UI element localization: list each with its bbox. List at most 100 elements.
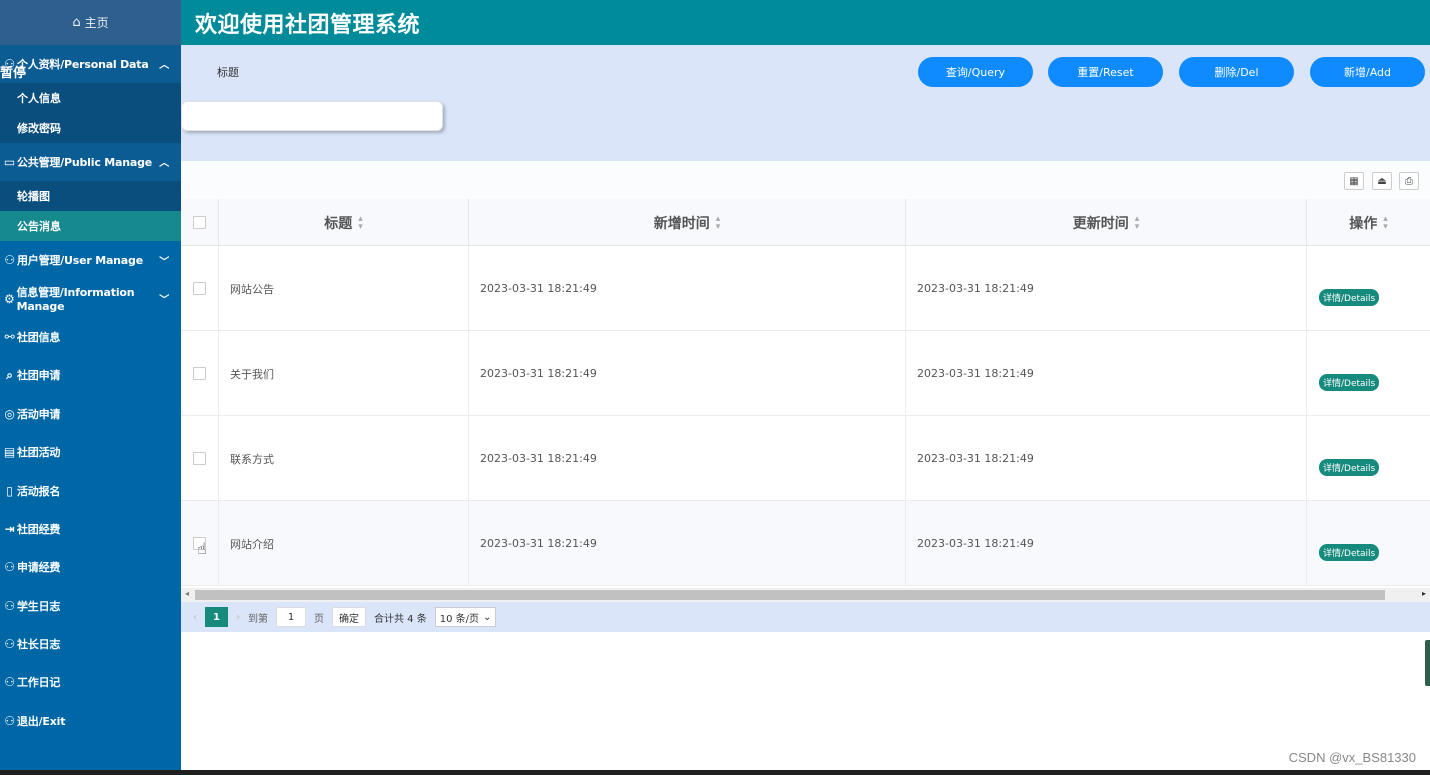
search-panel: 标题 查询/Query 重置/Reset 删除/Del 新增/Add — [181, 45, 1430, 161]
sidebar-item-label: 社长日志 — [17, 638, 61, 652]
menu-group-label: 个人资料/Personal Data — [17, 58, 149, 71]
details-button[interactable]: 详情/Details — [1319, 374, 1380, 391]
user-list-icon: ⚇ — [4, 560, 15, 575]
goto-label: 到第 — [248, 613, 268, 625]
bottom-edge — [0, 770, 1430, 775]
page-size-value: 10 条/页 — [439, 613, 480, 625]
row-checkbox[interactable] — [193, 452, 206, 465]
user-icon: ⚇ — [4, 253, 15, 268]
row-checkbox[interactable] — [193, 367, 206, 380]
table-row: 网站介绍 2023-03-31 18:21:49 2023-03-31 18:2… — [181, 501, 1430, 586]
sidebar-item-work-diary[interactable]: ⚇ 工作日记 — [0, 663, 181, 701]
search-label: 标题 — [217, 66, 239, 79]
sidebar-item-activity-application[interactable]: ◎ 活动申请 — [0, 395, 181, 433]
select-all-checkbox[interactable] — [193, 216, 206, 229]
row-select-cell — [181, 331, 219, 416]
print-icon[interactable]: ⎙ — [1399, 172, 1419, 190]
details-button[interactable]: 详情/Details — [1319, 289, 1380, 306]
row-checkbox[interactable] — [193, 282, 206, 295]
sidebar-item-label: 活动报名 — [17, 484, 61, 498]
row-select-cell — [181, 246, 219, 331]
submenu-personal-data: 个人信息 修改密码 — [0, 83, 181, 143]
sidebar-item-club-activity[interactable]: ▤ 社团活动 — [0, 433, 181, 471]
menu-group-public-manage[interactable]: ▭ 公共管理/Public Manage ︿ — [0, 143, 181, 181]
goto-confirm-button[interactable]: 确定 — [332, 607, 366, 627]
sidebar-item-information-manage[interactable]: ⚙ 信息管理/Information Manage ﹀ — [0, 279, 181, 317]
title-search-input[interactable] — [181, 101, 443, 131]
sidebar-item-apply-funds[interactable]: ⚇ 申请经费 — [0, 548, 181, 586]
page-number-current[interactable]: 1 — [205, 607, 228, 627]
data-table: 标题 ▴ ▾ 新增时间 ▴ ▾ 更新时间 ▴ ▾ 操作 ▴ ▾ 网站公告 2023-03… — [181, 199, 1430, 588]
chevron-down-icon: ﹀ — [159, 295, 169, 307]
sidebar-item-club-application[interactable]: ⌕ 社团申请 — [0, 356, 181, 394]
sidebar-item-label: 社团活动 — [17, 446, 61, 460]
updated-cell: 2023-03-31 18:21:49 — [906, 331, 1307, 416]
sidebar-item-student-log[interactable]: ⚇ 学生日志 — [0, 587, 181, 625]
column-header-label: 操作 — [1349, 215, 1378, 232]
sidebar-item-label: 退出/Exit — [17, 714, 66, 728]
query-button[interactable]: 查询/Query — [918, 57, 1033, 87]
menu-group-label: 公共管理/Public Manage — [17, 156, 153, 169]
sidebar-item-president-log[interactable]: ⚇ 社长日志 — [0, 625, 181, 663]
side-handle[interactable] — [1425, 640, 1430, 686]
submenu-public-manage: 轮播图 公告消息 — [0, 181, 181, 241]
horizontal-scrollbar[interactable]: ◂ ▸ — [181, 588, 1430, 602]
sidebar-item-user-manage[interactable]: ⚇ 用户管理/User Manage ﹀ — [0, 241, 181, 279]
prev-page-icon[interactable]: ‹ — [193, 612, 197, 623]
details-button[interactable]: 详情/Details — [1319, 459, 1380, 476]
title-cell: 联系方式 — [219, 416, 469, 501]
table-row: 网站公告 2023-03-31 18:21:49 2023-03-31 18:2… — [181, 246, 1430, 331]
sort-icon[interactable]: ▴ ▾ — [716, 214, 721, 231]
sidebar-item-personal-info[interactable]: 个人信息 — [0, 83, 181, 113]
menu-group-personal-data[interactable]: ⚇ 个人资料/Personal Data ︿ — [0, 45, 181, 83]
sort-icon[interactable]: ▴ ▾ — [1383, 214, 1388, 231]
title-cell: 网站介绍 — [219, 501, 469, 586]
sort-icon[interactable]: ▴ ▾ — [358, 214, 363, 231]
column-header-actions[interactable]: 操作 ▴ ▾ — [1307, 199, 1430, 246]
sidebar-item-change-password[interactable]: 修改密码 — [0, 113, 181, 143]
sidebar-item-label: 学生日志 — [17, 599, 61, 613]
next-page-icon[interactable]: › — [236, 612, 240, 623]
scrollbar-thumb[interactable] — [195, 590, 1385, 600]
sort-icon[interactable]: ▴ ▾ — [1135, 214, 1140, 231]
export-icon[interactable]: ⏏ — [1372, 172, 1392, 190]
sidebar-item-label: 社团信息 — [17, 330, 61, 344]
sidebar-item-club-funds[interactable]: ⇥ 社团经费 — [0, 510, 181, 548]
action-cell: 详情/Details — [1307, 501, 1430, 586]
table-row: 关于我们 2023-03-31 18:21:49 2023-03-31 18:2… — [181, 331, 1430, 416]
action-cell: 详情/Details — [1307, 246, 1430, 331]
reset-button[interactable]: 重置/Reset — [1048, 57, 1163, 87]
scroll-left-icon[interactable]: ◂ — [185, 589, 189, 598]
action-cell: 详情/Details — [1307, 416, 1430, 501]
add-button[interactable]: 新增/Add — [1310, 57, 1425, 87]
column-header-created[interactable]: 新增时间 ▴ ▾ — [469, 199, 906, 246]
sidebar-item-announcements[interactable]: 公告消息 — [0, 211, 181, 241]
sidebar-item-carousel[interactable]: 轮播图 — [0, 181, 181, 211]
scroll-right-icon[interactable]: ▸ — [1422, 589, 1426, 598]
document-icon: ▯ — [6, 483, 13, 498]
monitor-icon: ▭ — [3, 155, 16, 169]
sidebar-item-activity-signup[interactable]: ▯ 活动报名 — [0, 471, 181, 509]
sidebar-item-exit[interactable]: ⚇ 退出/Exit — [0, 702, 181, 740]
home-link[interactable]: ⌂ 主页 — [0, 0, 181, 45]
grid-icon[interactable]: ▦ — [1344, 172, 1364, 190]
circle-icon: ◎ — [4, 406, 15, 421]
column-header-title[interactable]: 标题 ▴ ▾ — [219, 199, 469, 246]
updated-cell: 2023-03-31 18:21:49 — [906, 416, 1307, 501]
link-icon: ⚯ — [4, 329, 15, 344]
user-list-icon: ⚇ — [4, 598, 15, 613]
page-size-select[interactable]: 10 条/页 ⌄ — [434, 607, 497, 627]
chevron-up-icon: ︿ — [159, 158, 169, 169]
sidebar-item-club-info[interactable]: ⚯ 社团信息 — [0, 318, 181, 356]
sidebar-item-label: 工作日记 — [17, 676, 61, 690]
exit-box-icon: ⇥ — [4, 521, 15, 536]
table-header: 标题 ▴ ▾ 新增时间 ▴ ▾ 更新时间 ▴ ▾ 操作 ▴ ▾ — [181, 199, 1430, 246]
column-header-updated[interactable]: 更新时间 ▴ ▾ — [906, 199, 1307, 246]
row-select-cell — [181, 416, 219, 501]
created-cell: 2023-03-31 18:21:49 — [469, 501, 906, 586]
page-title: 欢迎使用社团管理系统 — [195, 12, 421, 38]
details-button[interactable]: 详情/Details — [1319, 544, 1380, 561]
user-list-icon: ⚇ — [4, 675, 15, 690]
delete-button[interactable]: 删除/Del — [1179, 57, 1294, 87]
goto-page-input[interactable]: 1 — [276, 607, 306, 627]
